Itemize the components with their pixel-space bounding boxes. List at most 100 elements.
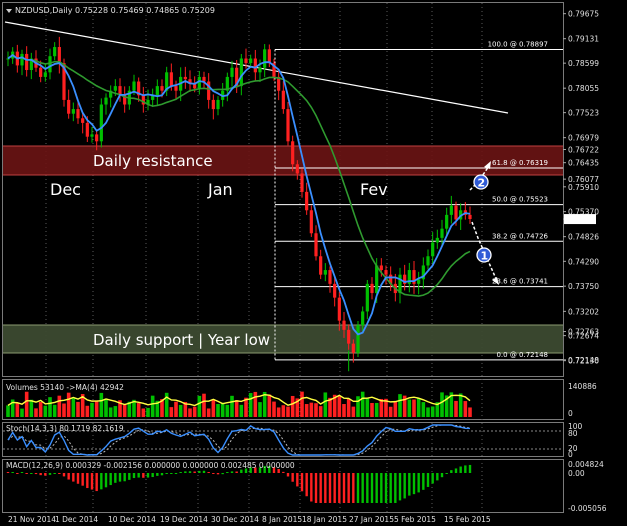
- candle-body: [85, 122, 89, 137]
- candle-body: [449, 205, 453, 215]
- macd-bar: [412, 473, 416, 495]
- macd-bar: [76, 473, 80, 484]
- resistance-label: Daily resistance: [93, 152, 213, 170]
- macd-bar: [95, 473, 98, 492]
- candle-body: [468, 214, 472, 220]
- candle-body: [67, 99, 71, 114]
- candle-body: [43, 72, 47, 77]
- macd-bar: [62, 473, 66, 477]
- fib-level-label: 61.8 @ 0.76319: [492, 159, 548, 167]
- macd-bar: [193, 471, 196, 473]
- candle-body: [113, 86, 117, 91]
- macd-bar: [123, 473, 126, 482]
- volume-bar: [43, 405, 48, 417]
- macd-bar: [375, 473, 378, 503]
- macd-bar: [305, 473, 308, 497]
- macd-bar: [408, 473, 411, 496]
- macd-bar: [398, 473, 402, 501]
- macd-bar: [207, 472, 210, 473]
- volume-bar: [412, 399, 416, 417]
- month-label-jan: Jan: [207, 180, 233, 199]
- candle-body: [319, 256, 323, 275]
- volume-bar: [141, 408, 146, 417]
- fib-level-label: 50.0 @ 0.75523: [492, 196, 548, 204]
- price-tick-label: 0.72674: [568, 332, 599, 341]
- volume-bar: [206, 408, 211, 417]
- volume-bar: [174, 401, 178, 417]
- fibonacci-retracement[interactable]: 100.0 @ 0.78897 61.8 @ 0.76319 50.0 @ 0.75…: [274, 40, 563, 361]
- price-tick-label: 0.76435: [568, 159, 599, 168]
- volume-bar: [188, 408, 192, 417]
- volume-bar: [234, 400, 239, 417]
- volume-bar: [197, 395, 202, 417]
- candle-body: [286, 109, 290, 142]
- macd-bar: [142, 473, 145, 478]
- date-tick-label: 30 Dec 2014: [211, 515, 259, 524]
- candle-body: [435, 237, 439, 243]
- volume-bar: [374, 402, 379, 417]
- volume-bar: [76, 401, 80, 417]
- volume-bar: [416, 398, 421, 417]
- volume-bar: [169, 407, 174, 417]
- macd-bar: [426, 473, 430, 487]
- macd-bar: [445, 473, 448, 474]
- volume-bar: [150, 395, 155, 417]
- volume-bar: [29, 399, 34, 417]
- macd-bar: [198, 470, 201, 473]
- macd-histogram: [6, 464, 472, 503]
- volume-bar: [146, 407, 150, 417]
- volume-bar: [216, 403, 220, 417]
- dropdown-triangle-icon[interactable]: [6, 9, 12, 13]
- candle-body: [314, 233, 318, 257]
- candle-body: [258, 67, 262, 73]
- macd-bar: [468, 464, 472, 473]
- candle-body: [81, 118, 85, 123]
- candle-body: [337, 297, 341, 321]
- volume-bar: [71, 398, 76, 417]
- candle-body: [379, 265, 383, 271]
- volume-bar: [108, 407, 113, 417]
- macd-bar: [240, 469, 243, 473]
- macd-bar: [282, 471, 285, 473]
- price-tick-label: 0.79131: [568, 35, 599, 44]
- macd-indicator-label: MACD(12,26,9) 0.000329 -0.002156 0.00000…: [6, 461, 295, 470]
- marker-1[interactable]: 1: [476, 247, 492, 263]
- marker-2[interactable]: 2: [473, 174, 489, 190]
- volume-bar: [286, 406, 290, 417]
- volume-bar: [104, 398, 108, 417]
- volume-bar: [379, 398, 384, 417]
- macd-bar: [296, 473, 299, 487]
- candle-body: [183, 76, 187, 80]
- volume-bar: [48, 397, 52, 417]
- candle-body: [155, 86, 159, 96]
- date-tick-label: 1 Dec 2014: [55, 515, 98, 524]
- chart-window: 100.0 @ 0.78897 61.8 @ 0.76319 50.0 @ 0.75…: [0, 0, 627, 526]
- macd-bar: [128, 473, 131, 480]
- candle-body: [104, 97, 108, 105]
- macd-bar: [324, 473, 327, 503]
- volume-bar: [463, 401, 468, 417]
- macd-bar: [319, 473, 322, 503]
- candle-body: [347, 329, 351, 344]
- candle-body: [216, 99, 220, 110]
- volume-bar: [253, 391, 258, 417]
- macd-bar: [352, 473, 355, 503]
- candle-body: [20, 53, 24, 66]
- candle-body: [281, 90, 285, 110]
- stoch-indicator-label: Stoch(14,3,3) 80.1719 82.1619: [6, 424, 124, 433]
- macd-bar: [384, 473, 388, 503]
- candle-body: [39, 67, 43, 77]
- macd-bar: [235, 471, 238, 473]
- macd-bar: [436, 473, 439, 481]
- price-chart[interactable]: 100.0 @ 0.78897 61.8 @ 0.76319 50.0 @ 0.75…: [0, 0, 627, 526]
- svg-text:80: 80: [568, 429, 578, 438]
- date-tick-label: 18 Jan 2015: [302, 515, 347, 524]
- candle-body: [76, 109, 80, 119]
- macd-bar: [114, 473, 117, 483]
- macd-bar: [58, 473, 61, 474]
- candle-body: [132, 81, 136, 91]
- macd-bar: [417, 473, 420, 493]
- volume-bar: [62, 403, 66, 417]
- volume-bar: [281, 405, 286, 417]
- candle-body: [230, 67, 234, 77]
